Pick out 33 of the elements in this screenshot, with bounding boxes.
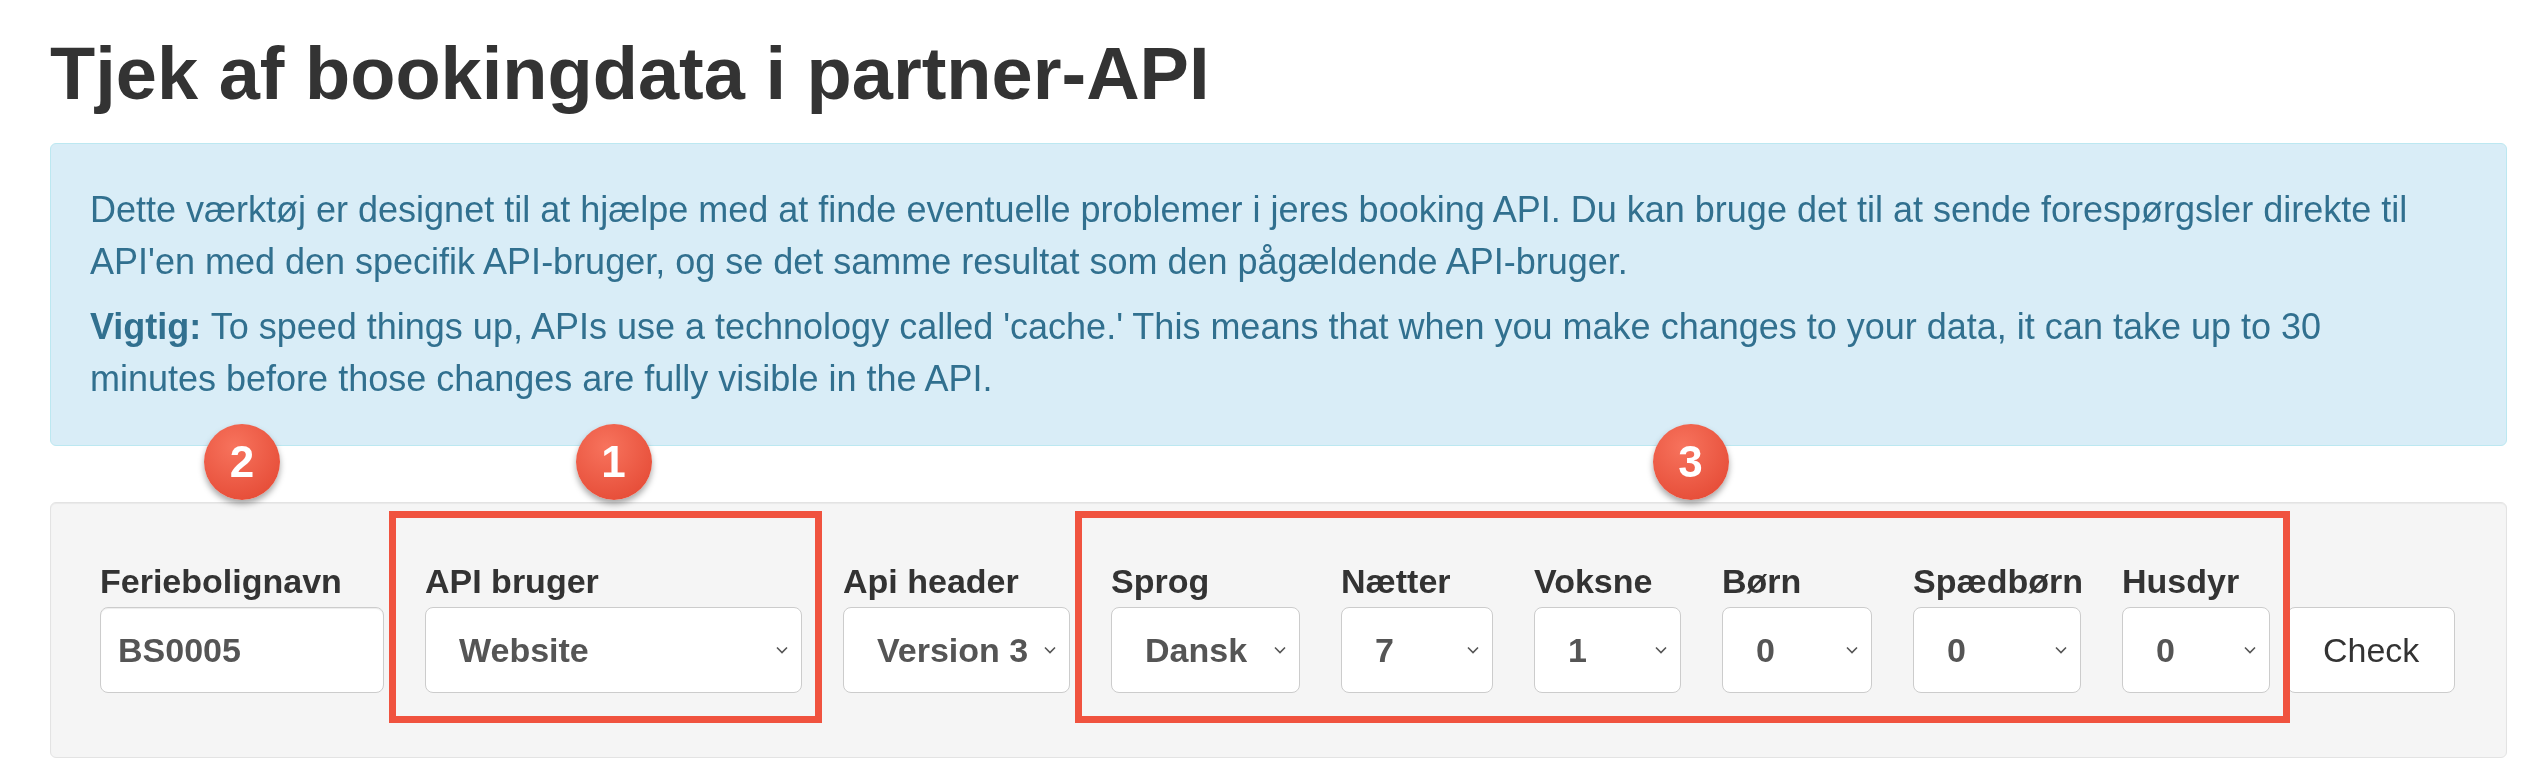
dropdown[interactable]: 0: [1913, 607, 2081, 693]
field-label: Spædbørn: [1913, 561, 2081, 601]
field-label: Nætter: [1341, 561, 1452, 601]
chevron-down-icon: [2244, 646, 2256, 654]
field-label: Sprog: [1111, 561, 1211, 601]
text-field[interactable]: BS0005: [100, 607, 384, 693]
chevron-down-icon: [1467, 646, 1479, 654]
field-label: Voksne: [1534, 561, 1654, 601]
dropdown[interactable]: 0: [1722, 607, 1872, 693]
chevron-down-icon: [1274, 646, 1286, 654]
dropdown[interactable]: 0: [2122, 607, 2270, 693]
dropdown[interactable]: Website: [425, 607, 802, 693]
step-marker: 3: [1652, 424, 1729, 500]
field-label: Husdyr: [2122, 561, 2241, 601]
dropdown[interactable]: Dansk: [1111, 607, 1300, 693]
step-marker: 1: [575, 424, 652, 500]
dropdown[interactable]: 7: [1341, 607, 1493, 693]
dropdown[interactable]: 1: [1534, 607, 1681, 693]
dropdown[interactable]: Version 3: [843, 607, 1070, 693]
info-text: Dette værktøj er designet til at hjælpe med at finde eventuelle problemer i jeres booking API. Du kan bruge det til at sende forespørgsler direkte til API'en med den specifik API-bruger, og se det samme resultat som den pågældende API-bruger.: [90, 188, 2409, 284]
step-marker: 2: [204, 424, 280, 500]
chevron-down-icon: [1044, 646, 1056, 654]
field-label: Børn: [1722, 561, 1803, 601]
field-label: Api header: [843, 561, 1020, 601]
field-label: API bruger: [425, 561, 600, 601]
page-title: Tjek af bookingdata i partner-API: [50, 33, 1211, 114]
field-label: Feriebolignavn: [100, 561, 343, 601]
chevron-down-icon: [1655, 646, 1667, 654]
chevron-down-icon: [776, 646, 788, 654]
info-text: Vigtig: To speed things up, APIs use a technology called 'cache.' This means that when you make changes to your data, it can take up to 30 minutes before those changes are fully visible in the API.: [90, 305, 2323, 401]
chevron-down-icon: [1846, 646, 1858, 654]
check-button[interactable]: Check: [2287, 607, 2456, 693]
chevron-down-icon: [2055, 646, 2067, 654]
